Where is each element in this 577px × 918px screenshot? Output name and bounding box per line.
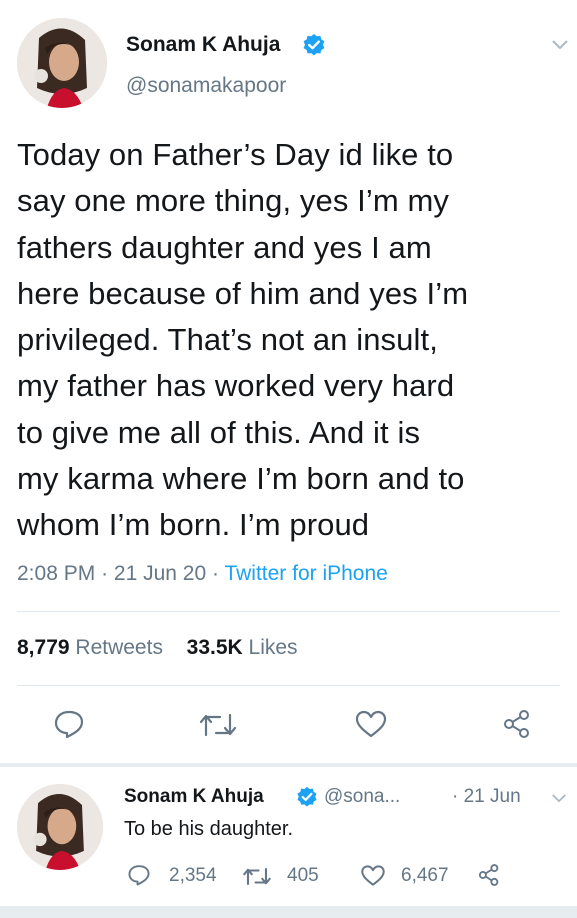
tweet-source-link[interactable]: Twitter for iPhone: [224, 562, 387, 585]
chevron-down-icon[interactable]: [551, 791, 567, 809]
avatar[interactable]: [17, 18, 107, 108]
tweet-date[interactable]: · 21 Jun: [452, 786, 521, 808]
divider: [0, 763, 577, 767]
author-name[interactable]: Sonam K Ahuja: [126, 33, 280, 57]
verified-badge-icon: [296, 786, 318, 813]
tweet-text-line: say one more thing, yes I’m my: [17, 183, 449, 219]
retweet-icon[interactable]: [242, 866, 272, 892]
tweet-text-line: my karma where I’m born and to: [17, 461, 465, 497]
tweet-text-line: to give me all of this. And it is: [17, 414, 421, 450]
tweet-text-line: privileged. That’s not an insult,: [17, 322, 438, 358]
verified-badge-icon: [302, 33, 326, 62]
reply-header: Sonam K Ahuja: [124, 786, 264, 808]
share-icon[interactable]: [500, 707, 534, 746]
chevron-down-icon[interactable]: [551, 38, 569, 56]
tweet-text: Today on Father’s Day id like to say one…: [17, 132, 572, 549]
divider: [17, 685, 560, 686]
reply-icon[interactable]: [127, 864, 151, 891]
tweet-time[interactable]: 2:08 PM: [17, 562, 95, 585]
author-name[interactable]: Sonam K Ahuja: [124, 786, 264, 807]
tweet-text-line: here because of him and yes I’m: [17, 275, 469, 311]
tweet-date[interactable]: 21 Jun 20: [114, 562, 206, 585]
tweet-text-line: whom I’m born. I’m proud: [17, 507, 370, 543]
tweet-text-line: my father has worked very hard: [17, 368, 455, 404]
like-count: 6,467: [401, 865, 449, 886]
author-handle[interactable]: @sona...: [324, 786, 400, 808]
bottom-divider: [0, 906, 577, 918]
tweet-text-line: Today on Father’s Day id like to: [17, 137, 454, 172]
tweet-timestamp: 2:08 PM · 21 Jun 20 · Twitter for iPhone: [17, 562, 388, 585]
retweet-icon[interactable]: [198, 711, 238, 744]
reply-count: 2,354: [169, 865, 217, 886]
divider: [17, 611, 560, 612]
like-icon[interactable]: [354, 709, 388, 744]
share-icon[interactable]: [476, 862, 502, 893]
reply-text: To be his daughter.: [124, 818, 294, 840]
tweet-text-line: fathers daughter and yes I am: [17, 229, 432, 265]
avatar[interactable]: [17, 784, 103, 870]
retweet-count: 405: [287, 865, 319, 886]
likes-stat[interactable]: 33.5K Likes: [187, 636, 298, 659]
author-handle[interactable]: @sonamakapoor: [126, 74, 286, 98]
reply-icon[interactable]: [53, 709, 85, 744]
tweet-stats: 8,779 Retweets 33.5K Likes: [17, 636, 298, 660]
like-icon[interactable]: [360, 864, 386, 892]
retweets-stat[interactable]: 8,779 Retweets: [17, 636, 169, 659]
